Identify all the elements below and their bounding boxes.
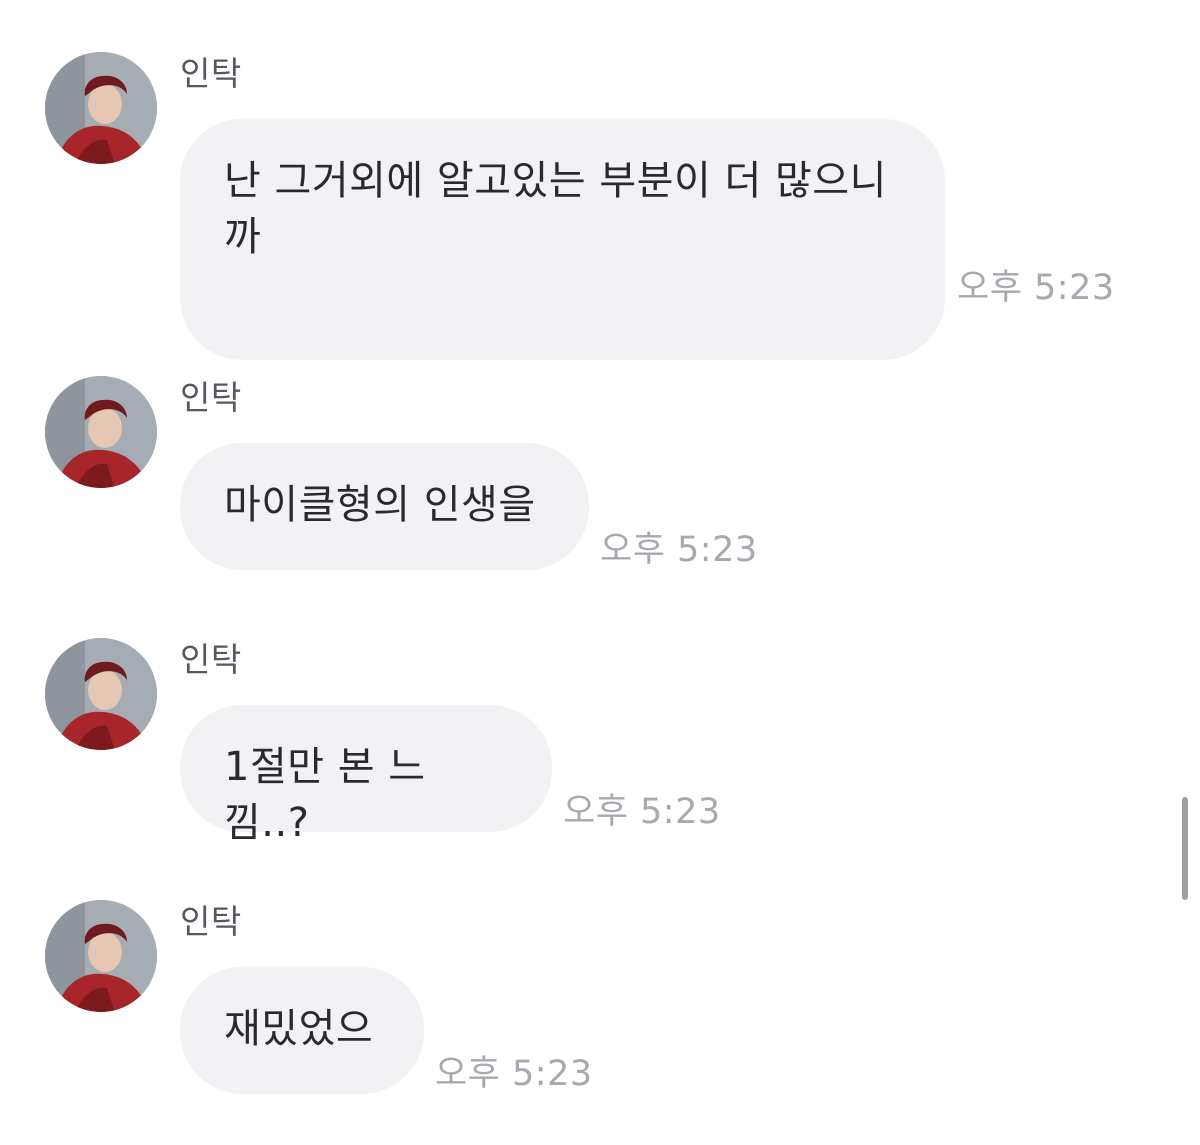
- message-bubble[interactable]: 1절만 본 느낌..?: [180, 705, 552, 846]
- avatar-photo: [45, 638, 157, 750]
- message-bubble[interactable]: 난 그거외에 알고있는 부분이 더 많으니까: [180, 119, 945, 360]
- avatar[interactable]: [45, 900, 157, 1012]
- message-bubble[interactable]: 재밌었으: [180, 967, 424, 1094]
- message-timestamp: 오후 5:23: [600, 530, 758, 570]
- message-timestamp: 오후 5:23: [563, 792, 721, 832]
- avatar-photo: [45, 900, 157, 1012]
- sender-name: 인탁: [180, 378, 242, 417]
- message-timestamp: 오후 5:23: [435, 1054, 593, 1094]
- avatar-photo: [45, 52, 157, 164]
- message-bubble[interactable]: 마이클형의 인생을: [180, 443, 589, 570]
- sender-name: 인탁: [180, 54, 242, 93]
- avatar[interactable]: [45, 52, 157, 164]
- message-timestamp: 오후 5:23: [957, 268, 1115, 308]
- sender-name: 인탁: [180, 640, 242, 679]
- scrollbar[interactable]: [1182, 797, 1188, 900]
- avatar[interactable]: [45, 638, 157, 750]
- avatar[interactable]: [45, 376, 157, 488]
- chat-thread: 인탁 난 그거외에 알고있는 부분이 더 많으니까 오후 5:23 인탁 마이클…: [0, 0, 1200, 1145]
- avatar-photo: [45, 376, 157, 488]
- sender-name: 인탁: [180, 902, 242, 941]
